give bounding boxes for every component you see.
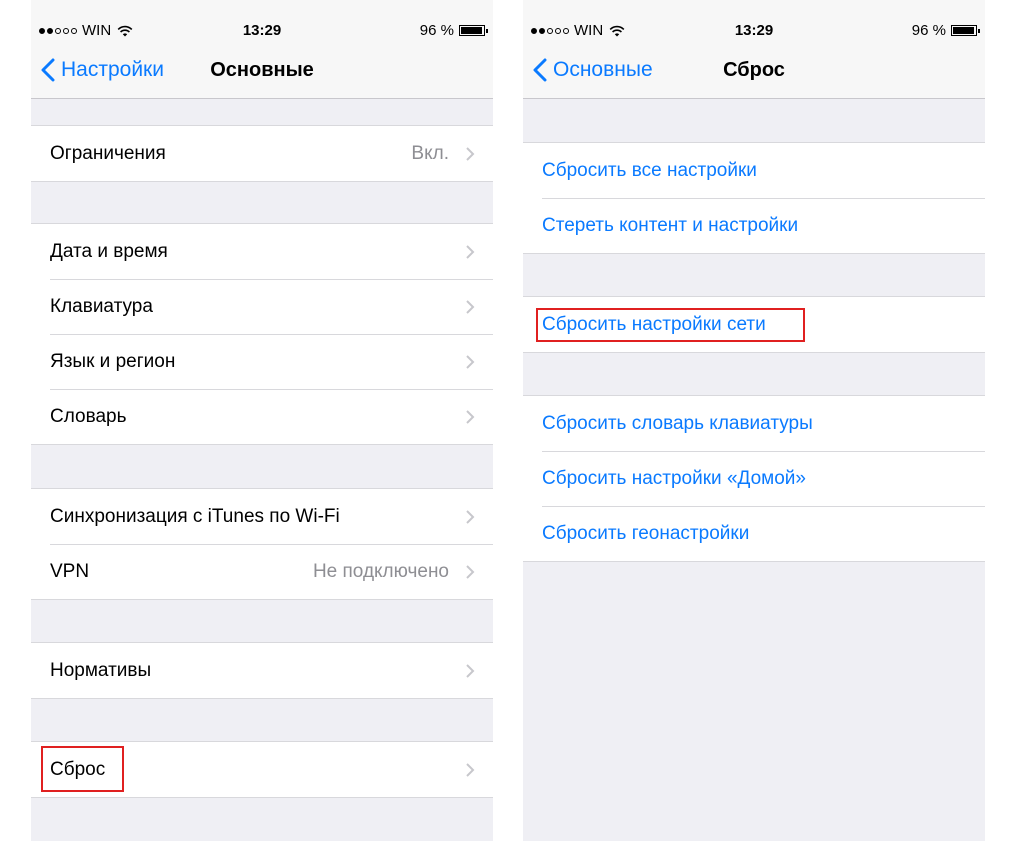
general-settings-screen: WIN 13:29 96 % Настройки Основные Ограни… <box>31 0 493 841</box>
date-time-row[interactable]: Дата и время <box>31 224 493 279</box>
reset-group: Сбросить все настройки Стереть контент и… <box>523 142 985 254</box>
dictionary-row[interactable]: Словарь <box>31 389 493 444</box>
chevron-right-icon <box>466 663 475 678</box>
chevron-right-icon <box>466 762 475 777</box>
row-label: Стереть контент и настройки <box>542 214 799 236</box>
regulatory-row[interactable]: Нормативы <box>31 643 493 698</box>
status-bar: WIN 13:29 96 % <box>523 0 985 40</box>
chevron-right-icon <box>466 146 475 161</box>
battery-icon <box>951 25 980 36</box>
row-label: Синхронизация с iTunes по Wi-Fi <box>50 505 340 527</box>
reset-row[interactable]: Сброс <box>31 742 493 797</box>
reset-keyboard-dictionary-button[interactable]: Сбросить словарь клавиатуры <box>523 396 985 451</box>
keyboard-row[interactable]: Клавиатура <box>31 279 493 334</box>
page-title: Сброс <box>723 59 785 81</box>
chevron-right-icon <box>466 509 475 524</box>
battery-percent: 96 % <box>419 22 454 39</box>
row-label: Словарь <box>50 405 127 427</box>
restrictions-row[interactable]: Ограничения Вкл. <box>31 126 493 181</box>
row-value: Вкл. <box>411 142 449 164</box>
row-label: Дата и время <box>50 240 168 262</box>
reset-all-settings-button[interactable]: Сбросить все настройки <box>523 143 985 198</box>
battery-icon <box>459 25 488 36</box>
row-label: Нормативы <box>50 659 152 681</box>
row-label: VPN <box>50 560 90 582</box>
erase-content-button[interactable]: Стереть контент и настройки <box>523 198 985 253</box>
settings-group: Ограничения Вкл. <box>31 125 493 182</box>
chevron-right-icon <box>466 409 475 424</box>
chevron-right-icon <box>466 299 475 314</box>
settings-group: Синхронизация с iTunes по Wi-Fi VPN Не п… <box>31 488 493 600</box>
navigation-bar: Настройки Основные <box>31 40 493 99</box>
row-label: Сбросить словарь клавиатуры <box>542 412 813 434</box>
row-label: Клавиатура <box>50 295 153 317</box>
row-label: Сбросить все настройки <box>542 159 757 181</box>
reset-group: Сбросить словарь клавиатуры Сбросить нас… <box>523 395 985 562</box>
row-label: Язык и регион <box>50 350 176 372</box>
vpn-row[interactable]: VPN Не подключено <box>31 544 493 599</box>
reset-network-settings-button[interactable]: Сбросить настройки сети <box>523 297 985 352</box>
navigation-bar: Основные Сброс <box>523 40 985 99</box>
row-label: Сбросить настройки «Домой» <box>542 467 806 489</box>
row-label: Сброс <box>50 758 106 780</box>
row-label: Сбросить настройки сети <box>542 313 766 335</box>
page-title: Основные <box>210 59 314 81</box>
reset-home-layout-button[interactable]: Сбросить настройки «Домой» <box>523 451 985 506</box>
language-region-row[interactable]: Язык и регион <box>31 334 493 389</box>
row-value: Не подключено <box>312 560 449 582</box>
chevron-right-icon <box>466 244 475 259</box>
reset-screen: WIN 13:29 96 % Основные Сброс Сбросить в… <box>523 0 985 841</box>
itunes-wifi-sync-row[interactable]: Синхронизация с iTunes по Wi-Fi <box>31 489 493 544</box>
settings-group: Дата и время Клавиатура Язык и регион Сл… <box>31 223 493 445</box>
battery-percent: 96 % <box>911 22 946 39</box>
reset-location-button[interactable]: Сбросить геонастройки <box>523 506 985 561</box>
status-bar: WIN 13:29 96 % <box>31 0 493 40</box>
reset-group: Сбросить настройки сети <box>523 296 985 353</box>
chevron-right-icon <box>466 564 475 579</box>
row-label: Сбросить геонастройки <box>542 522 750 544</box>
settings-group: Нормативы <box>31 642 493 699</box>
chevron-right-icon <box>466 354 475 369</box>
row-label: Ограничения <box>50 142 166 164</box>
settings-group: Сброс <box>31 741 493 798</box>
